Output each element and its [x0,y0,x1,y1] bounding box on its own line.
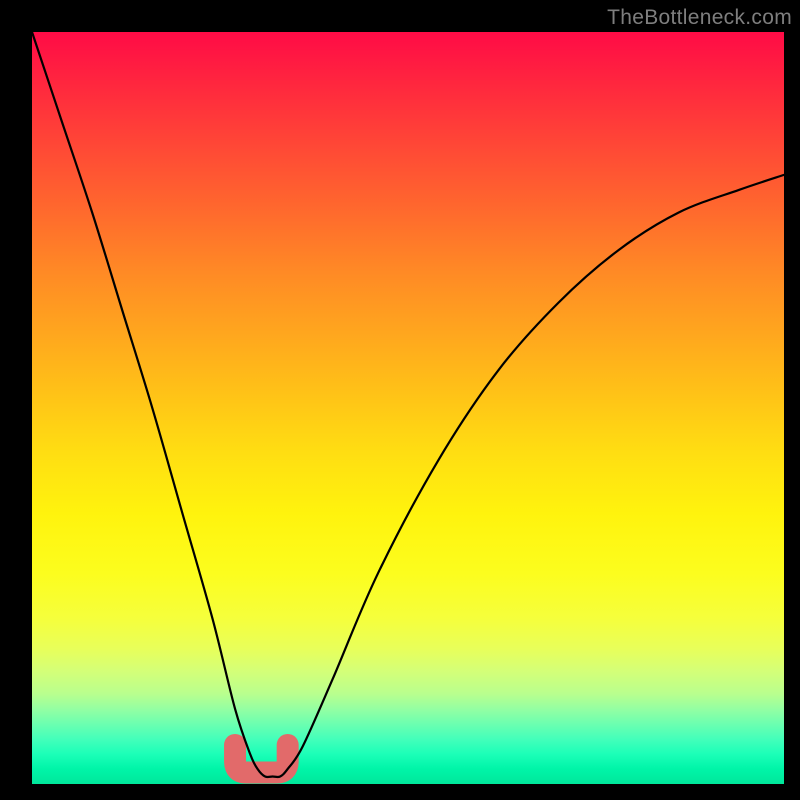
plot-area [32,32,784,784]
chart-svg [32,32,784,784]
bottleneck-curve [32,32,784,777]
optimal-range-marker [235,745,288,773]
chart-frame: TheBottleneck.com [0,0,800,800]
watermark-text: TheBottleneck.com [607,6,792,30]
